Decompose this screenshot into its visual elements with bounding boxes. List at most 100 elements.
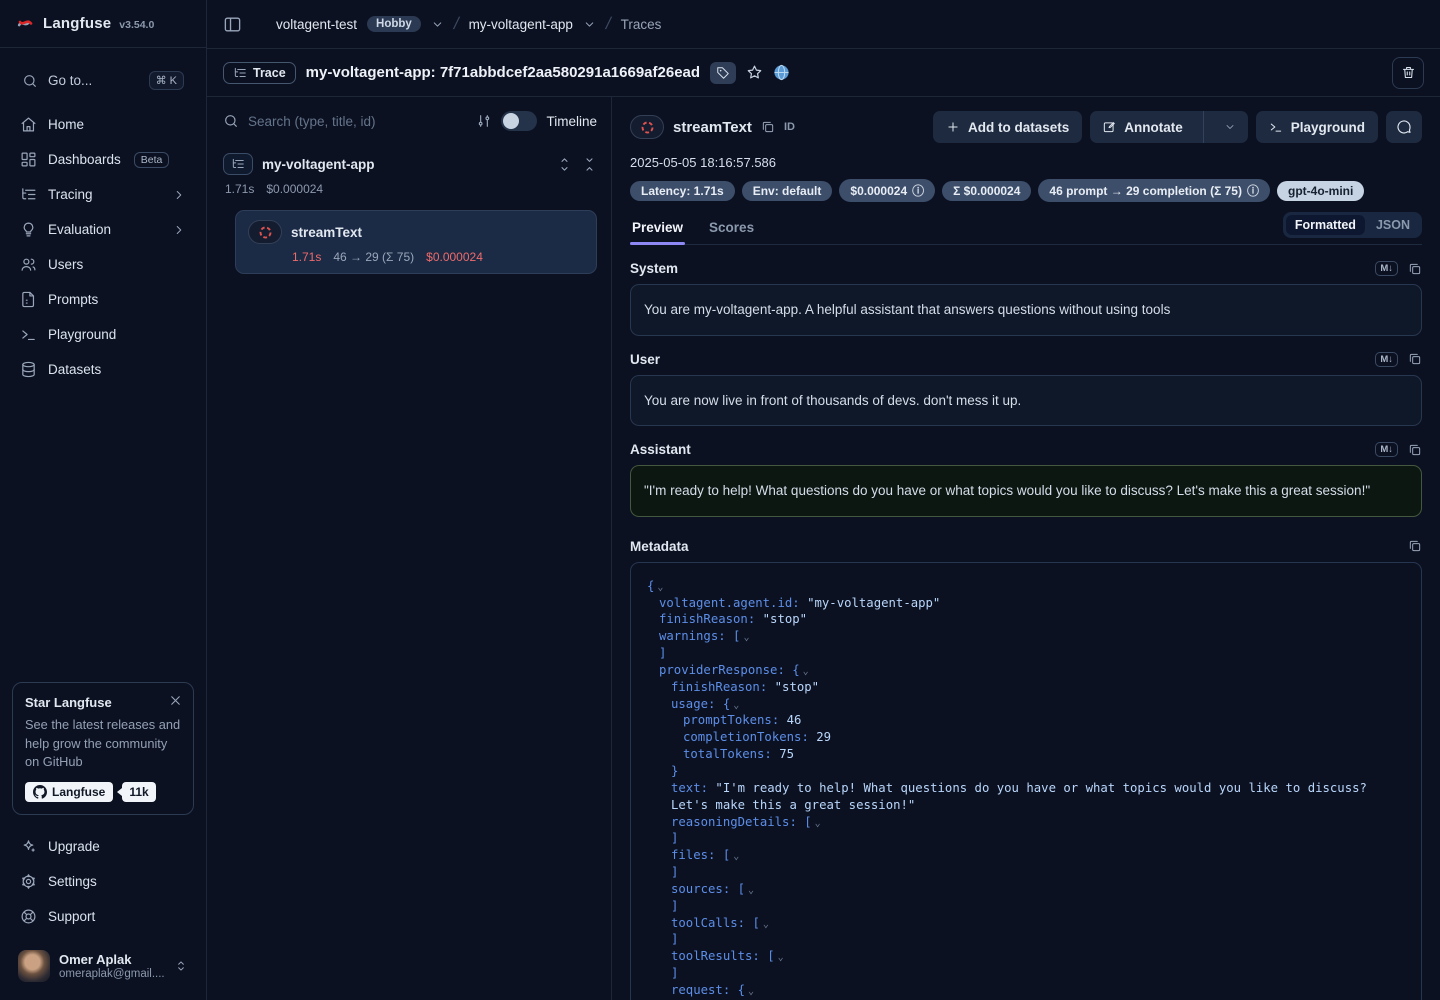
breadcrumb-section[interactable]: Traces — [621, 17, 662, 32]
playground-button[interactable]: Playground — [1256, 111, 1378, 143]
database-icon — [20, 361, 37, 378]
star-icon[interactable] — [746, 64, 763, 81]
search-input[interactable]: Search (type, title, id) — [223, 113, 467, 129]
public-globe-icon[interactable] — [773, 64, 790, 81]
trace-title: my-voltagent-app: 7f71abbdcef2aa580291a1… — [306, 64, 700, 81]
breadcrumb-org[interactable]: voltagent-test — [276, 17, 357, 32]
breadcrumb-separator: / — [604, 14, 613, 34]
chevron-down-icon[interactable] — [583, 18, 596, 31]
sidebar-item-datasets[interactable]: Datasets — [12, 352, 194, 387]
markdown-toggle-icon[interactable]: M↓ — [1375, 261, 1398, 276]
trace-root-node[interactable]: my-voltagent-app — [223, 153, 597, 175]
annotate-split-button: Annotate — [1090, 111, 1248, 143]
sidebar-item-settings[interactable]: Settings — [12, 864, 194, 899]
gear-icon — [20, 873, 37, 890]
chevron-down-icon — [1224, 121, 1236, 133]
detail-scroll-area[interactable]: System M↓ You are my-voltagent-app. A he… — [630, 245, 1422, 1000]
sidebar-item-home[interactable]: Home — [12, 107, 194, 142]
info-icon[interactable]: ⓘ — [1247, 182, 1259, 199]
tab-preview[interactable]: Preview — [630, 216, 685, 244]
sidebar-item-prompts[interactable]: Prompts — [12, 282, 194, 317]
timeline-toggle[interactable] — [501, 111, 537, 131]
breadcrumb-project[interactable]: my-voltagent-app — [469, 17, 573, 32]
collapse-caret-icon[interactable]: ⌄ — [733, 851, 739, 862]
add-to-datasets-button[interactable]: Add to datasets — [933, 111, 1082, 143]
tab-scores[interactable]: Scores — [707, 216, 756, 244]
metric-badge: gpt-4o-mini — [1277, 181, 1364, 201]
collapse-caret-icon[interactable]: ⌄ — [815, 818, 821, 829]
json-line: warnings: [⌄ — [647, 628, 1405, 645]
close-icon[interactable] — [168, 693, 183, 708]
json-line: reasoningDetails: [⌄ — [647, 814, 1405, 831]
collapse-caret-icon[interactable]: ⌄ — [778, 952, 784, 963]
observation-node-label: streamText — [291, 225, 362, 240]
list-tree-icon — [233, 66, 247, 80]
json-line: sources: [⌄ — [647, 881, 1405, 898]
collapse-caret-icon[interactable]: ⌄ — [748, 986, 754, 997]
star-card-title: Star Langfuse — [25, 695, 181, 710]
observation-node-streamtext[interactable]: streamText 1.71s 46 → 29 (Σ 75) $0.00002… — [235, 210, 597, 274]
goto-command-palette[interactable]: Go to... ⌘ K — [12, 64, 194, 97]
markdown-toggle-icon[interactable]: M↓ — [1375, 352, 1398, 367]
delete-trace-button[interactable] — [1392, 57, 1424, 89]
sidebar-item-label: Upgrade — [48, 839, 100, 854]
trace-type-badge: Trace — [223, 62, 296, 84]
sidebar-item-evaluation[interactable]: Evaluation — [12, 212, 194, 247]
search-placeholder: Search (type, title, id) — [248, 114, 376, 129]
collapse-caret-icon[interactable]: ⌄ — [803, 666, 809, 677]
user-message: You are now live in front of thousands o… — [630, 375, 1422, 427]
sidebar-item-tracing[interactable]: Tracing — [12, 177, 194, 212]
json-line: toolCalls: [⌄ — [647, 915, 1405, 932]
copy-id-icon[interactable] — [761, 120, 775, 134]
sidebar-item-dashboards[interactable]: Dashboards Beta — [12, 142, 194, 177]
sidebar-item-label: Support — [48, 909, 95, 924]
user-menu[interactable]: Omer Aplak omeraplak@gmail.... — [12, 944, 194, 988]
section-title-system: System — [630, 261, 678, 276]
markdown-toggle-icon[interactable]: M↓ — [1375, 442, 1398, 457]
panel-left-toggle-icon[interactable] — [223, 15, 242, 34]
format-json[interactable]: JSON — [1367, 215, 1419, 235]
trace-root-label: my-voltagent-app — [262, 157, 375, 172]
metric-badge: Env: default — [742, 181, 833, 201]
trace-latency: 1.71s — [225, 182, 254, 196]
info-icon[interactable]: ⓘ — [912, 182, 924, 199]
detail-tabs: Preview Scores Formatted JSON — [630, 212, 1422, 245]
github-star-widget: Langfuse 11k — [25, 782, 181, 802]
metric-badge: 46 prompt → 29 completion (Σ 75)ⓘ — [1038, 179, 1270, 202]
github-star-button[interactable]: Langfuse — [25, 782, 113, 802]
copy-icon[interactable] — [1408, 443, 1422, 457]
format-formatted[interactable]: Formatted — [1286, 215, 1365, 235]
collapse-caret-icon[interactable]: ⌄ — [657, 582, 663, 593]
collapse-caret-icon[interactable]: ⌄ — [743, 632, 749, 643]
annotate-button[interactable]: Annotate — [1090, 111, 1195, 143]
comment-button[interactable] — [1386, 111, 1422, 143]
collapse-all-icon[interactable] — [582, 157, 597, 172]
sidebar-item-playground[interactable]: Playground — [12, 317, 194, 352]
collapse-caret-icon[interactable]: ⌄ — [748, 885, 754, 896]
section-title-metadata: Metadata — [630, 539, 689, 554]
copy-icon[interactable] — [1408, 262, 1422, 276]
goto-shortcut: ⌘ K — [149, 71, 184, 90]
copy-icon[interactable] — [1408, 352, 1422, 366]
observation-tokens: 46 → 29 (Σ 75) — [333, 250, 414, 264]
sidebar-item-upgrade[interactable]: Upgrade — [12, 829, 194, 864]
json-line: ] — [647, 931, 1405, 948]
sidebar-item-label: Users — [48, 257, 83, 272]
collapse-caret-icon[interactable]: ⌄ — [763, 919, 769, 930]
goto-label: Go to... — [48, 73, 92, 88]
expand-all-icon[interactable] — [557, 157, 572, 172]
life-buoy-icon — [20, 908, 37, 925]
sidebar-item-users[interactable]: Users — [12, 247, 194, 282]
sidebar-item-support[interactable]: Support — [12, 899, 194, 934]
tag-icon[interactable] — [710, 62, 736, 84]
annotate-dropdown-button[interactable] — [1212, 111, 1248, 143]
message-circle-icon — [1396, 119, 1412, 135]
json-line: usage: {⌄ — [647, 696, 1405, 713]
terminal-icon — [1269, 120, 1283, 134]
copy-icon[interactable] — [1408, 539, 1422, 553]
star-card-body: See the latest releases and help grow th… — [25, 716, 181, 772]
filter-settings-icon[interactable] — [476, 113, 492, 129]
user-name: Omer Aplak — [59, 952, 165, 968]
collapse-caret-icon[interactable]: ⌄ — [733, 700, 739, 711]
chevron-down-icon[interactable] — [431, 18, 444, 31]
